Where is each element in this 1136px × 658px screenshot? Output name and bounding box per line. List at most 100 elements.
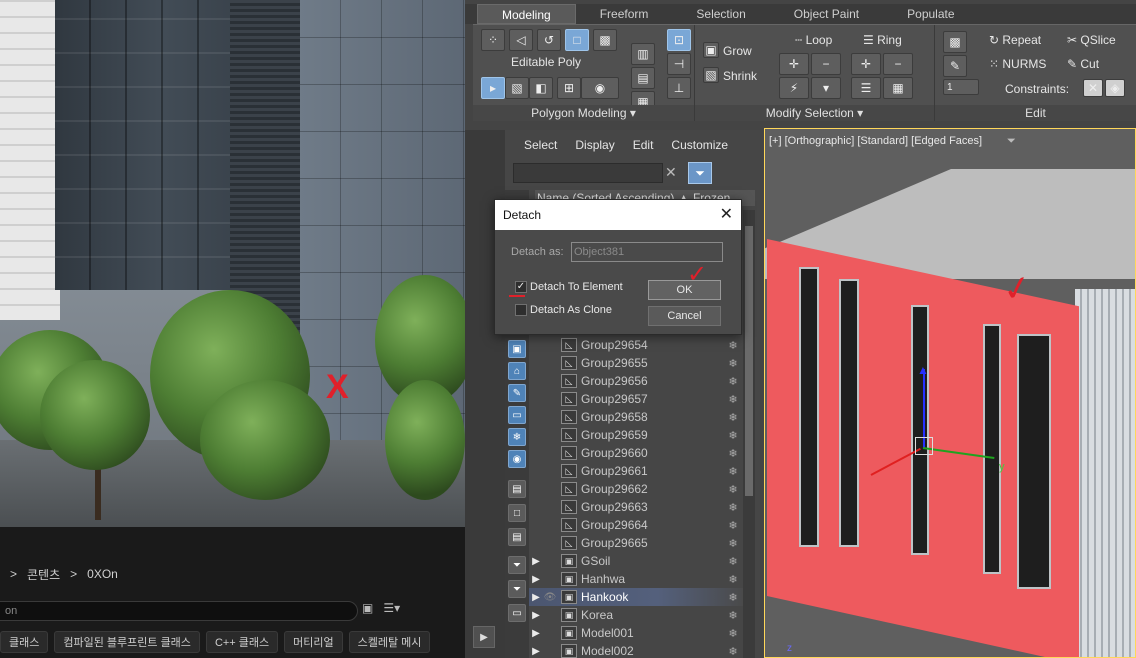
breadcrumb-folder[interactable]: 0XOn <box>87 567 118 581</box>
shrink-button[interactable]: Shrink <box>723 69 757 83</box>
menu-select[interactable]: Select <box>524 138 557 152</box>
frozen-snowflake-icon[interactable]: ❄ <box>723 411 743 424</box>
frozen-snowflake-icon[interactable]: ❄ <box>723 429 743 442</box>
preserve-uvs-icon[interactable]: ▩ <box>943 31 967 53</box>
panel-title-modify-selection[interactable]: Modify Selection ▾ <box>695 105 934 121</box>
filter-icon[interactable]: ⏷ <box>688 162 712 184</box>
scene-row[interactable]: ◺ Group29664 ❄ <box>529 516 743 534</box>
scene-row[interactable]: ▶ 👁 ▣ Hankook ❄ <box>529 588 743 606</box>
filter-chip-cpp[interactable]: C++ 클래스 <box>205 631 279 653</box>
frozen-snowflake-icon[interactable]: ❄ <box>723 483 743 496</box>
expand-arrow-icon[interactable]: ▶ <box>529 574 543 585</box>
clear-search-icon[interactable]: ✕ <box>665 164 677 181</box>
ok-button[interactable]: OK <box>648 280 721 300</box>
frozen-snowflake-icon[interactable]: ❄ <box>723 393 743 406</box>
expand-arrow-icon[interactable]: ▶ <box>529 628 543 639</box>
display-cameras-icon[interactable]: ▭ <box>508 406 526 424</box>
expand-arrow-icon[interactable]: ▶ <box>529 592 543 603</box>
frozen-snowflake-icon[interactable]: ❄ <box>723 609 743 622</box>
edge-icon[interactable]: ◁ <box>509 29 533 51</box>
expand-arrow-icon[interactable]: ▶ <box>529 556 543 567</box>
filter-chip-skeletal-mesh[interactable]: 스켈레탈 메시 <box>348 631 431 653</box>
detach-to-element-label[interactable]: Detach To Element <box>530 281 623 293</box>
scene-row[interactable]: ▶ ▣ Hanhwa ❄ <box>529 570 743 588</box>
panel-title-edit[interactable]: Edit <box>935 105 1136 121</box>
backface-icon[interactable]: ▧ <box>505 77 529 99</box>
expand-arrow-icon[interactable]: ▶ <box>473 626 495 648</box>
display-geometry-icon[interactable]: ▣ <box>508 340 526 358</box>
menu-customize[interactable]: Customize <box>671 138 728 152</box>
display-helpers-icon[interactable]: ❄ <box>508 428 526 446</box>
loop-sel-icon[interactable]: ⚡ <box>779 77 809 99</box>
frozen-snowflake-icon[interactable]: ❄ <box>723 357 743 370</box>
display-all-icon[interactable]: □ <box>508 504 526 522</box>
scene-row[interactable]: ◺ Group29656 ❄ <box>529 372 743 390</box>
ring-grow-icon[interactable]: ✛ <box>851 53 881 75</box>
frozen-snowflake-icon[interactable]: ❄ <box>723 645 743 658</box>
frozen-snowflake-icon[interactable]: ❄ <box>723 501 743 514</box>
breadcrumb-content[interactable]: 콘텐츠 <box>27 566 60 583</box>
filter-list-icon[interactable]: ☰▾ <box>383 601 400 615</box>
soft-selection-icon[interactable]: ◉ <box>581 77 619 99</box>
scene-row[interactable]: ◺ Group29655 ❄ <box>529 354 743 372</box>
tab-freeform[interactable]: Freeform <box>576 4 673 24</box>
grow-button[interactable]: Grow <box>723 44 752 58</box>
menu-display[interactable]: Display <box>575 138 614 152</box>
scrollbar-thumb[interactable] <box>745 226 753 496</box>
loop-button[interactable]: ┄ Loop <box>795 33 832 47</box>
display-list-icon[interactable]: ▤ <box>508 480 526 498</box>
frozen-snowflake-icon[interactable]: ❄ <box>723 627 743 640</box>
tab-selection[interactable]: Selection <box>672 4 769 24</box>
viewport-label[interactable]: [+] [Orthographic] [Standard] [Edged Fac… <box>769 135 982 147</box>
frozen-snowflake-icon[interactable]: ❄ <box>723 573 743 586</box>
preview-icon[interactable]: ⊞ <box>557 77 581 99</box>
asset-search-input[interactable]: on <box>0 601 358 621</box>
display-hidden-icon[interactable]: ◉ <box>508 450 526 468</box>
display-shapes-icon[interactable]: ⌂ <box>508 362 526 380</box>
scene-row[interactable]: ◺ Group29654 ❄ <box>529 336 743 354</box>
shrink-icon[interactable]: ▧ <box>703 67 719 83</box>
tab-populate[interactable]: Populate <box>883 4 978 24</box>
filter-chip-material[interactable]: 머티리얼 <box>284 631 343 653</box>
nurms-button[interactable]: ⁙ NURMS <box>989 57 1046 71</box>
vertex-icon[interactable]: ⁘ <box>481 29 505 51</box>
frozen-snowflake-icon[interactable]: ❄ <box>723 555 743 568</box>
scene-row[interactable]: ▶ ▣ GSoil ❄ <box>529 552 743 570</box>
display-find-icon[interactable]: ⏷ <box>508 580 526 598</box>
scene-row[interactable]: ◺ Group29658 ❄ <box>529 408 743 426</box>
frozen-snowflake-icon[interactable]: ❄ <box>723 591 743 604</box>
ring-button[interactable]: ☰ Ring <box>863 33 902 47</box>
polygon-icon[interactable]: □ <box>565 29 589 51</box>
dialog-titlebar[interactable]: Detach ✕ <box>495 200 741 230</box>
frozen-snowflake-icon[interactable]: ❄ <box>723 465 743 478</box>
filter-chip-compiled-bp[interactable]: 컴파일된 블루프린트 클래스 <box>54 631 200 653</box>
grow-icon[interactable]: ▣ <box>703 42 719 58</box>
frozen-snowflake-icon[interactable]: ❄ <box>723 447 743 460</box>
panel-title-polygon-modeling[interactable]: Polygon Modeling ▾ <box>473 105 694 121</box>
scene-row[interactable]: ◺ Group29661 ❄ <box>529 462 743 480</box>
cancel-button[interactable]: Cancel <box>648 306 721 326</box>
expand-arrow-icon[interactable]: ▶ <box>529 646 543 657</box>
scene-row[interactable]: ◺ Group29662 ❄ <box>529 480 743 498</box>
collapse-icon[interactable]: ▥ <box>631 43 655 65</box>
display-filter-icon[interactable]: ⏷ <box>508 556 526 574</box>
tweak-icon[interactable]: ✎ <box>943 55 967 77</box>
scene-row[interactable]: ◺ Group29660 ❄ <box>529 444 743 462</box>
grid-align-icon[interactable]: ⊥ <box>667 77 691 99</box>
frozen-snowflake-icon[interactable]: ❄ <box>723 375 743 388</box>
viewport-filter-icon[interactable]: ⏷ <box>1007 135 1019 147</box>
constraint-none-icon[interactable]: ✕ <box>1083 79 1103 97</box>
qslice-button[interactable]: ✂ QSlice <box>1067 33 1116 47</box>
scene-search-input[interactable] <box>513 163 663 183</box>
scene-row[interactable]: ◺ Group29663 ❄ <box>529 498 743 516</box>
view-align-icon[interactable]: ⊣ <box>667 53 691 75</box>
save-search-icon[interactable]: ▣ <box>362 601 373 615</box>
gizmo-center-box[interactable] <box>915 437 933 455</box>
orthographic-viewport[interactable]: [+] [Orthographic] [Standard] [Edged Fac… <box>764 128 1136 658</box>
select-by-icon[interactable]: ▸ <box>481 77 505 99</box>
loop-grow-icon[interactable]: ✛ <box>779 53 809 75</box>
scene-row[interactable]: ◺ Group29659 ❄ <box>529 426 743 444</box>
scene-row[interactable]: ▶ ▣ Model001 ❄ <box>529 624 743 642</box>
scene-row[interactable]: ▶ ▣ Korea ❄ <box>529 606 743 624</box>
tab-modeling[interactable]: Modeling <box>477 4 576 24</box>
